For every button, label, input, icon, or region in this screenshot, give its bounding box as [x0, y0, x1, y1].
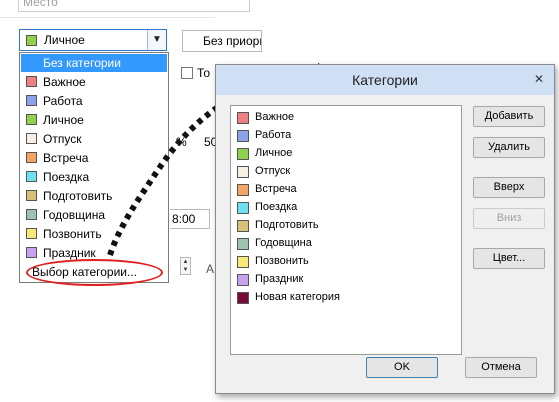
category-list-item[interactable]: Поездка: [235, 199, 455, 217]
category-list-item-label: Важное: [255, 111, 295, 123]
dropdown-item[interactable]: Подготовить: [21, 187, 167, 205]
category-list-item-label: Подготовить: [255, 219, 319, 231]
dropdown-item-label: Важное: [43, 75, 86, 89]
color-button[interactable]: Цвет...: [473, 248, 545, 269]
category-list-item[interactable]: Работа: [235, 127, 455, 145]
dropdown-item-label: Праздник: [43, 246, 96, 260]
dropdown-item-label: Без категории: [43, 56, 121, 70]
percent-label: %: [176, 135, 187, 149]
add-button[interactable]: Добавить: [473, 106, 545, 127]
category-list-item[interactable]: Подготовить: [235, 217, 455, 235]
dropdown-item[interactable]: Без категории: [21, 54, 167, 72]
to-checkbox-label: То: [197, 66, 211, 80]
category-combobox-value: Личное: [44, 33, 85, 47]
dropdown-item[interactable]: Годовщина: [21, 206, 167, 224]
dropdown-item-label: Позвонить: [43, 227, 102, 241]
dropdown-item-label: Встреча: [43, 151, 89, 165]
place-input[interactable]: Место: [18, 0, 250, 12]
category-list-item-label: Годовщина: [255, 237, 312, 249]
move-up-button[interactable]: Вверх: [473, 177, 545, 198]
divider: [0, 17, 215, 18]
category-color-swatch: [237, 184, 249, 196]
category-color-swatch: [26, 35, 37, 46]
category-list-item-label: Позвонить: [255, 255, 309, 267]
move-down-button[interactable]: Вниз: [473, 208, 545, 229]
time-input[interactable]: 8:00: [170, 209, 210, 229]
background-text: А: [206, 262, 215, 276]
category-list-item-label: Отпуск: [255, 165, 291, 177]
category-list-item-label: Поездка: [255, 201, 298, 213]
category-list-item-label: Праздник: [255, 273, 304, 285]
category-color-swatch: [237, 166, 249, 178]
dropdown-item[interactable]: Встреча: [21, 149, 167, 167]
category-color-swatch: [26, 133, 37, 144]
cancel-button[interactable]: Отмена: [465, 357, 537, 378]
category-color-swatch: [26, 209, 37, 220]
category-color-swatch: [237, 238, 249, 250]
category-combobox[interactable]: Личное ▼: [19, 29, 167, 51]
category-list-item[interactable]: Позвонить: [235, 253, 455, 271]
dropdown-item-label: Отпуск: [43, 132, 82, 146]
category-color-swatch: [237, 220, 249, 232]
to-checkbox[interactable]: [181, 67, 193, 79]
category-list-item[interactable]: Личное: [235, 145, 455, 163]
dialog-title-bar: Категории ✕: [216, 65, 554, 95]
category-list-item-label: Личное: [255, 147, 293, 159]
category-list-item[interactable]: Отпуск: [235, 163, 455, 181]
spinner[interactable]: ▲ ▼: [180, 257, 191, 275]
category-list-item[interactable]: Новая категория: [235, 289, 455, 307]
dropdown-item[interactable]: Важное: [21, 73, 167, 91]
category-list-item-label: Работа: [255, 129, 292, 141]
dropdown-item[interactable]: Отпуск: [21, 130, 167, 148]
category-color-swatch: [237, 292, 249, 304]
category-color-swatch: [237, 202, 249, 214]
category-color-swatch: [26, 228, 37, 239]
dropdown-item-label: Работа: [43, 94, 83, 108]
category-list[interactable]: Важное Работа Личное Отпуск Встреча Поездка По…: [230, 105, 462, 355]
ok-button[interactable]: OK: [366, 357, 438, 378]
spinner-up-icon[interactable]: ▲: [181, 258, 190, 266]
category-color-swatch: [237, 274, 249, 286]
dialog-title: Категории: [352, 72, 418, 88]
category-color-swatch: [26, 190, 37, 201]
dropdown-item-label: Личное: [43, 113, 84, 127]
close-icon[interactable]: ✕: [530, 71, 548, 87]
highlight-oval: [26, 259, 163, 286]
category-color-swatch: [26, 114, 37, 125]
category-color-swatch: [26, 76, 37, 87]
chevron-down-icon[interactable]: ▼: [147, 30, 166, 50]
category-dropdown-list[interactable]: Без категории Важное Работа Личное Отпуск Вст…: [19, 52, 169, 264]
dropdown-item-label: Поездка: [43, 170, 90, 184]
dropdown-item[interactable]: Позвонить: [21, 225, 167, 243]
category-list-item[interactable]: Встреча: [235, 181, 455, 199]
category-color-swatch: [26, 247, 37, 258]
category-list-item[interactable]: Важное: [235, 109, 455, 127]
category-color-swatch: [237, 112, 249, 124]
category-list-item[interactable]: Праздник: [235, 271, 455, 289]
category-list-item-label: Встреча: [255, 183, 297, 195]
category-color-swatch: [237, 256, 249, 268]
spinner-down-icon[interactable]: ▼: [181, 266, 190, 274]
dropdown-item-label: Годовщина: [43, 208, 106, 222]
category-color-swatch: [26, 171, 37, 182]
category-color-swatch: [26, 152, 37, 163]
delete-button[interactable]: Удалить: [473, 137, 545, 158]
category-color-swatch: [237, 148, 249, 160]
dropdown-item[interactable]: Работа: [21, 92, 167, 110]
categories-dialog: Категории ✕ Важное Работа Личное Отпуск Встр…: [215, 64, 555, 394]
category-color-swatch: [26, 95, 37, 106]
dropdown-item[interactable]: Поездка: [21, 168, 167, 186]
category-list-item[interactable]: Годовщина: [235, 235, 455, 253]
category-list-item-label: Новая категория: [255, 291, 340, 303]
category-color-swatch: [237, 130, 249, 142]
dropdown-item-label: Подготовить: [43, 189, 113, 203]
dropdown-item[interactable]: Личное: [21, 111, 167, 129]
priority-combobox[interactable]: Без приоритета: [182, 30, 262, 52]
